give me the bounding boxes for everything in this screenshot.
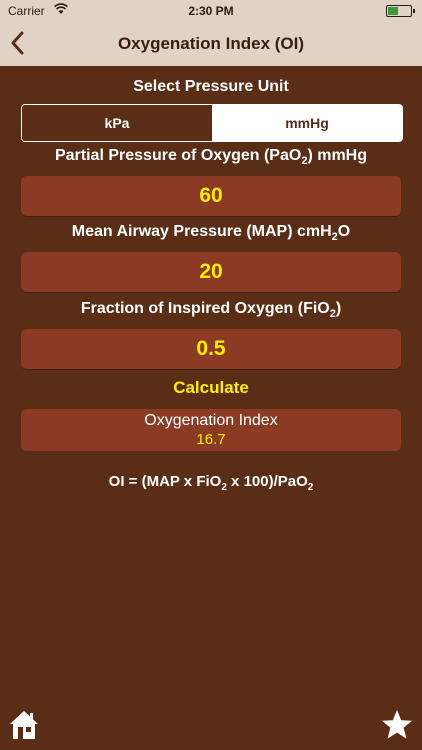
calculate-button[interactable]: Calculate	[0, 378, 422, 398]
result-panel: Oxygenation Index 16.7	[21, 409, 401, 451]
pao2-input[interactable]: 60	[21, 176, 401, 216]
home-icon[interactable]	[9, 709, 39, 741]
map-label: Mean Airway Pressure (MAP) cmH2O	[71, 223, 351, 244]
unit-selector-label: Select Pressure Unit	[133, 78, 289, 95]
result-title: Oxygenation Index	[144, 412, 278, 429]
fio2-label: Fraction of Inspired Oxygen (FiO2)	[80, 300, 342, 321]
navigation-bar: Carrier 2:30 PM Oxygenation Index (OI)	[0, 0, 422, 66]
unit-option-mmhg[interactable]: mmHg	[212, 105, 402, 141]
pao2-label: Partial Pressure of Oxygen (PaO2) mmHg	[54, 147, 367, 168]
status-bar: Carrier 2:30 PM	[0, 0, 422, 22]
formula-text: OI = (MAP x FiO2 x 100)/PaO2	[108, 473, 314, 493]
page-title: Oxygenation Index (OI)	[117, 34, 305, 53]
unit-option-kpa[interactable]: kPa	[22, 105, 212, 141]
star-icon[interactable]	[381, 709, 413, 741]
pressure-unit-segmented-control[interactable]: kPa mmHg	[21, 104, 403, 142]
clock: 2:30 PM	[188, 4, 234, 18]
map-input[interactable]: 20	[21, 252, 401, 292]
result-value: 16.7	[196, 431, 226, 448]
fio2-input[interactable]: 0.5	[21, 329, 401, 369]
battery-icon	[386, 5, 415, 17]
